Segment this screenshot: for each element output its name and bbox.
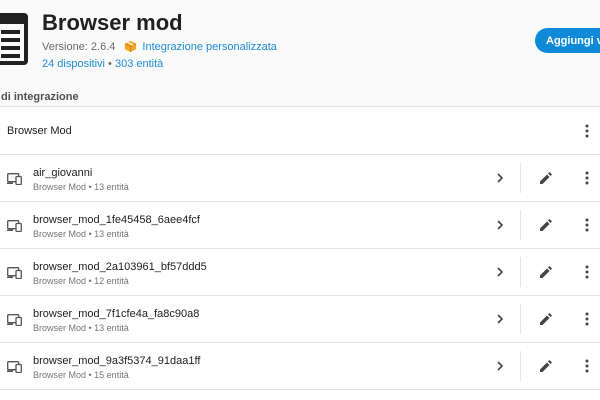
pencil-icon[interactable] <box>538 312 553 327</box>
kebab-menu-icon[interactable] <box>583 359 591 373</box>
pencil-icon[interactable] <box>538 359 553 374</box>
page-title: Browser mod <box>42 10 183 35</box>
devices-link[interactable]: 24 dispositivi <box>42 58 105 70</box>
device-name: browser_mod_9a3f5374_91daa1ff <box>33 355 201 367</box>
package-icon <box>125 40 137 53</box>
kebab-menu-icon[interactable] <box>583 265 591 279</box>
devices-icon <box>7 361 22 373</box>
integration-header: Browser mod Versione: 2.6.4 Integrazione… <box>0 0 600 92</box>
row-divider <box>520 163 521 193</box>
config-entry-row[interactable]: Browser Mod <box>0 107 600 155</box>
section-label: di integrazione <box>1 91 79 103</box>
kebab-menu-icon[interactable] <box>583 171 591 185</box>
devices-icon <box>7 220 22 232</box>
device-row[interactable]: browser_mod_1fe45458_6aee4fcf Browser Mo… <box>0 202 600 249</box>
counts-line: 24 dispositivi • 303 entità <box>42 58 163 70</box>
row-divider <box>520 304 521 334</box>
chevron-right-icon[interactable] <box>496 220 504 230</box>
device-name: air_giovanni <box>33 167 93 179</box>
entities-link[interactable]: 303 entità <box>115 58 163 70</box>
device-name: browser_mod_7f1cfe4a_fa8c90a8 <box>33 308 200 320</box>
custom-integration-link[interactable]: Integrazione personalizzata <box>142 41 277 53</box>
device-row[interactable]: browser_mod_9a3f5374_91daa1ff Browser Mo… <box>0 343 600 390</box>
kebab-menu-icon[interactable] <box>583 218 591 232</box>
device-name: browser_mod_2a103961_bf57ddd5 <box>33 261 207 273</box>
counts-separator: • <box>108 58 112 70</box>
browser-mod-logo <box>0 13 28 65</box>
chevron-right-icon[interactable] <box>496 173 504 183</box>
devices-icon <box>7 173 22 185</box>
device-row[interactable]: air_giovanni Browser Mod • 13 entità <box>0 155 600 202</box>
add-entry-button[interactable]: Aggiungi voce <box>535 28 600 53</box>
version-line: Versione: 2.6.4 Integrazione personalizz… <box>42 40 277 53</box>
row-divider <box>520 210 521 240</box>
config-entry-title: Browser Mod <box>7 125 72 137</box>
device-row[interactable]: browser_mod_7f1cfe4a_fa8c90a8 Browser Mo… <box>0 296 600 343</box>
device-subtitle: Browser Mod • 12 entità <box>33 276 129 286</box>
pencil-icon[interactable] <box>538 171 553 186</box>
pencil-icon[interactable] <box>538 218 553 233</box>
device-subtitle: Browser Mod • 13 entità <box>33 229 129 239</box>
kebab-menu-icon[interactable] <box>583 124 591 138</box>
row-divider <box>520 351 521 381</box>
chevron-right-icon[interactable] <box>496 361 504 371</box>
devices-icon <box>7 314 22 326</box>
config-entry-card: Browser Mod air_giovanni Browser Mod • 1… <box>0 106 600 400</box>
chevron-right-icon[interactable] <box>496 314 504 324</box>
version-text: Versione: 2.6.4 <box>42 40 116 53</box>
row-divider <box>520 257 521 287</box>
pencil-icon[interactable] <box>538 265 553 280</box>
kebab-menu-icon[interactable] <box>583 312 591 326</box>
chevron-right-icon[interactable] <box>496 267 504 277</box>
device-subtitle: Browser Mod • 13 entità <box>33 182 129 192</box>
device-subtitle: Browser Mod • 15 entità <box>33 370 129 380</box>
device-subtitle: Browser Mod • 13 entità <box>33 323 129 333</box>
devices-icon <box>7 267 22 279</box>
device-name: browser_mod_1fe45458_6aee4fcf <box>33 214 200 226</box>
device-row[interactable]: browser_mod_2a103961_bf57ddd5 Browser Mo… <box>0 249 600 296</box>
